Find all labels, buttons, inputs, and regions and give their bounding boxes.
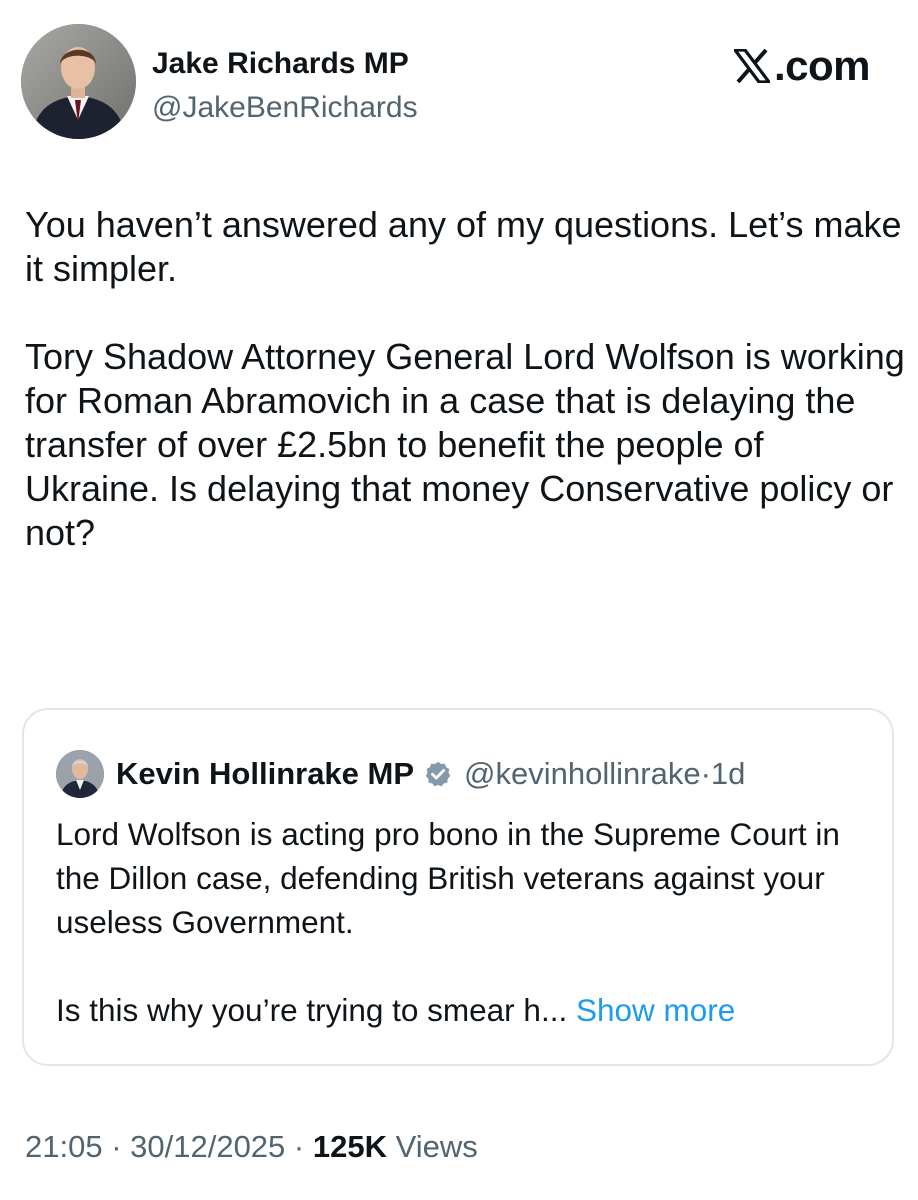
tweet-meta: 21:05 · 30/12/2025 · 125K Views xyxy=(25,1127,478,1167)
author-handle[interactable]: @JakeBenRichards xyxy=(152,88,418,128)
quote-timestamp[interactable]: 1d xyxy=(711,754,745,794)
x-logo-icon xyxy=(733,49,770,83)
brand-text: .com xyxy=(773,42,871,89)
quoted-tweet-card[interactable]: Kevin Hollinrake MP @kevinhollinrake · 1… xyxy=(22,708,894,1066)
quote-paragraph-1: Lord Wolfson is acting pro bono in the S… xyxy=(56,816,840,940)
quote-paragraph-2-text: Is this why you’re trying to smear h xyxy=(56,992,541,1028)
quote-header: Kevin Hollinrake MP @kevinhollinrake · 1… xyxy=(116,754,745,794)
meta-separator: · xyxy=(102,1129,131,1164)
author-name[interactable]: Jake Richards MP xyxy=(152,44,409,84)
tweet-time[interactable]: 21:05 xyxy=(25,1129,103,1164)
quote-paragraph-2: Is this why you’re trying to smear h... … xyxy=(56,988,876,1032)
quote-author-name[interactable]: Kevin Hollinrake MP xyxy=(116,754,414,794)
quote-text: Lord Wolfson is acting pro bono in the S… xyxy=(56,812,876,1032)
quote-separator: · xyxy=(700,756,711,791)
author-avatar[interactable] xyxy=(21,24,136,139)
quote-author-avatar[interactable] xyxy=(56,750,104,798)
tweet-date[interactable]: 30/12/2025 xyxy=(130,1129,285,1164)
verified-badge-icon xyxy=(424,760,452,788)
tweet-text: You haven’t answered any of my questions… xyxy=(25,203,905,555)
views-label: Views xyxy=(386,1129,478,1164)
brand-label: .com xyxy=(733,40,871,92)
quote-author-handle[interactable]: @kevinhollinrake xyxy=(464,754,701,794)
tweet-paragraph-2: Tory Shadow Attorney General Lord Wolfso… xyxy=(25,336,905,553)
meta-separator: · xyxy=(285,1129,313,1164)
views-count[interactable]: 125K xyxy=(313,1129,387,1164)
quote-ellipsis: ... xyxy=(540,992,568,1028)
tweet-paragraph-1: You haven’t answered any of my questions… xyxy=(25,204,902,289)
show-more-link[interactable]: Show more xyxy=(576,992,735,1028)
